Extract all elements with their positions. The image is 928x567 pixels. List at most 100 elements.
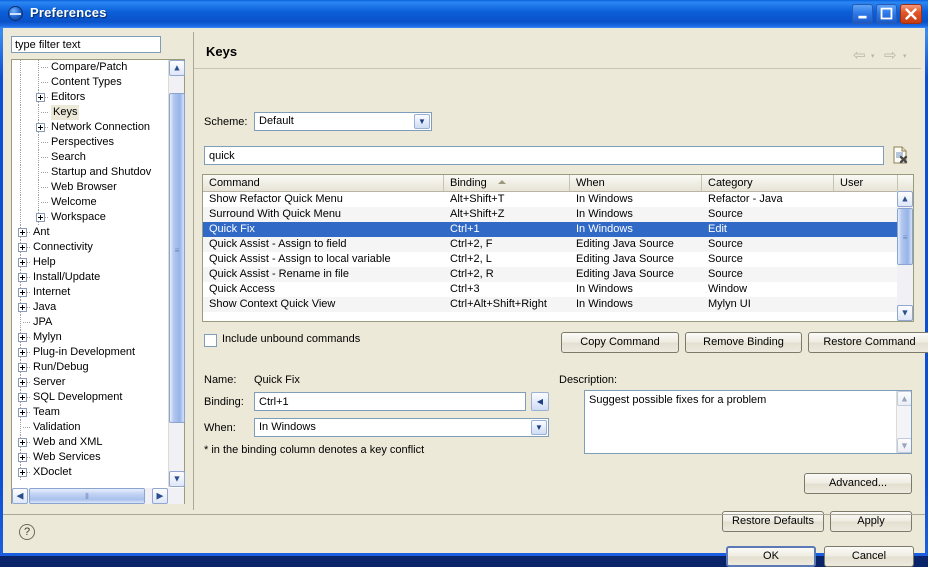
column-header-when[interactable]: When bbox=[570, 175, 702, 191]
when-combobox[interactable]: In Windows ▼ bbox=[254, 418, 549, 437]
sidebar-item-content-types[interactable]: Content Types bbox=[12, 75, 167, 90]
sidebar-item-plug-in-development[interactable]: Plug-in Development bbox=[12, 345, 167, 360]
tree-expand-icon[interactable] bbox=[36, 93, 45, 102]
preference-tree[interactable]: Compare/Patch Content Types Editors Keys Net… bbox=[11, 59, 185, 504]
sidebar-item-welcome[interactable]: Welcome bbox=[12, 195, 167, 210]
column-header-user[interactable]: User bbox=[834, 175, 898, 191]
advanced-button[interactable]: Advanced... bbox=[804, 473, 912, 494]
tree-hscroll-thumb[interactable]: ⦀ bbox=[29, 488, 145, 504]
minimize-button[interactable] bbox=[852, 4, 873, 24]
tree-expand-icon[interactable] bbox=[18, 378, 27, 387]
tree-vertical-scrollbar[interactable]: ▲ ≡ ▼ bbox=[168, 60, 185, 487]
back-arrow-icon[interactable]: ⇦ bbox=[853, 46, 866, 64]
sidebar-item-compare-patch[interactable]: Compare/Patch bbox=[12, 60, 167, 75]
tree-expand-icon[interactable] bbox=[18, 408, 27, 417]
tree-expand-icon[interactable] bbox=[18, 288, 27, 297]
table-row[interactable]: Surround With Quick Menu Alt+Shift+Z In Wi… bbox=[203, 207, 898, 222]
table-row[interactable]: Quick Assist - Assign to field Ctrl+2, F E… bbox=[203, 237, 898, 252]
filter-input[interactable] bbox=[11, 36, 161, 53]
column-header-binding[interactable]: Binding bbox=[444, 175, 570, 191]
table-vertical-scrollbar[interactable]: ▲ ≡ ▼ bbox=[897, 191, 913, 321]
sidebar-item-editors[interactable]: Editors bbox=[12, 90, 167, 105]
sidebar-item-help[interactable]: Help bbox=[12, 255, 167, 270]
tree-expand-icon[interactable] bbox=[18, 303, 27, 312]
sidebar-item-run-debug[interactable]: Run/Debug bbox=[12, 360, 167, 375]
sidebar-item-java[interactable]: Java bbox=[12, 300, 167, 315]
forward-dropdown-icon[interactable]: ▾ bbox=[903, 52, 907, 60]
sidebar-item-connectivity[interactable]: Connectivity bbox=[12, 240, 167, 255]
table-scroll-thumb[interactable]: ≡ bbox=[897, 208, 913, 265]
clear-filter-icon[interactable] bbox=[891, 146, 909, 164]
tree-expand-icon[interactable] bbox=[18, 393, 27, 402]
include-unbound-label[interactable]: Include unbound commands bbox=[222, 333, 360, 345]
table-row[interactable]: Quick Assist - Assign to local variable C… bbox=[203, 252, 898, 267]
description-scroll-up-button[interactable]: ▲ bbox=[897, 391, 911, 406]
sidebar-item-jpa[interactable]: JPA bbox=[12, 315, 167, 330]
help-question-icon[interactable]: ? bbox=[19, 524, 35, 540]
description-box[interactable]: Suggest possible fixes for a problem ▲ ▼ bbox=[584, 390, 912, 454]
scheme-dropdown-button[interactable]: ▼ bbox=[414, 114, 430, 129]
sidebar-item-web-and-xml[interactable]: Web and XML bbox=[12, 435, 167, 450]
sidebar-item-workspace[interactable]: Workspace bbox=[12, 210, 167, 225]
copy-command-button[interactable]: Copy Command bbox=[561, 332, 679, 353]
tree-expand-icon[interactable] bbox=[18, 258, 27, 267]
tree-expand-icon[interactable] bbox=[18, 333, 27, 342]
sidebar-item-web-browser[interactable]: Web Browser bbox=[12, 180, 167, 195]
table-row[interactable]: Show Context Quick View Ctrl+Alt+Shift+Ri… bbox=[203, 297, 898, 312]
tree-expand-icon[interactable] bbox=[36, 123, 45, 132]
sidebar-item-keys[interactable]: Keys bbox=[12, 105, 167, 120]
tree-expand-icon[interactable] bbox=[18, 453, 27, 462]
table-row[interactable]: Show Refactor Quick Menu Alt+Shift+T In Wi… bbox=[203, 192, 898, 207]
sidebar-item-web-services[interactable]: Web Services bbox=[12, 450, 167, 465]
key-bindings-table[interactable]: Command Binding When Category User Show Refa… bbox=[202, 174, 914, 322]
tree-expand-icon[interactable] bbox=[18, 228, 27, 237]
tree-expand-icon[interactable] bbox=[36, 213, 45, 222]
sidebar-item-search[interactable]: Search bbox=[12, 150, 167, 165]
forward-arrow-icon[interactable]: ⇨ bbox=[884, 46, 897, 64]
table-row[interactable]: Quick Assist - Rename in file Ctrl+2, R Ed… bbox=[203, 267, 898, 282]
sidebar-item-server[interactable]: Server bbox=[12, 375, 167, 390]
table-scroll-down-button[interactable]: ▼ bbox=[897, 305, 913, 321]
description-vertical-scrollbar[interactable]: ▲ ▼ bbox=[896, 391, 911, 453]
binding-input[interactable] bbox=[254, 392, 526, 411]
table-row[interactable]: Quick Fix Ctrl+1 In Windows Edit bbox=[203, 222, 898, 237]
sidebar-item-perspectives[interactable]: Perspectives bbox=[12, 135, 167, 150]
tree-scroll-thumb[interactable]: ≡ bbox=[169, 93, 185, 423]
sidebar-item-network-connection[interactable]: Network Connection bbox=[12, 120, 167, 135]
tree-scroll-right-button[interactable]: ▶ bbox=[152, 488, 168, 504]
ok-button[interactable]: OK bbox=[726, 546, 816, 567]
back-dropdown-icon[interactable]: ▾ bbox=[871, 52, 875, 60]
tree-scroll-left-button[interactable]: ◀ bbox=[12, 488, 28, 504]
include-unbound-checkbox[interactable] bbox=[204, 334, 217, 347]
column-header-command[interactable]: Command bbox=[203, 175, 444, 191]
sidebar-item-sql-development[interactable]: SQL Development bbox=[12, 390, 167, 405]
description-scroll-down-button[interactable]: ▼ bbox=[897, 438, 911, 453]
binding-picker-button[interactable]: ◀ bbox=[531, 392, 549, 411]
restore-command-button[interactable]: Restore Command bbox=[808, 332, 928, 353]
sidebar-item-internet[interactable]: Internet bbox=[12, 285, 167, 300]
tree-expand-icon[interactable] bbox=[18, 438, 27, 447]
column-header-category[interactable]: Category bbox=[702, 175, 834, 191]
maximize-button[interactable] bbox=[876, 4, 897, 24]
tree-expand-icon[interactable] bbox=[18, 468, 27, 477]
sidebar-item-startup-and-shutdov[interactable]: Startup and Shutdov bbox=[12, 165, 167, 180]
close-button[interactable] bbox=[900, 4, 922, 24]
tree-expand-icon[interactable] bbox=[18, 348, 27, 357]
tree-expand-icon[interactable] bbox=[18, 273, 27, 282]
sidebar-item-team[interactable]: Team bbox=[12, 405, 167, 420]
sidebar-item-ant[interactable]: Ant bbox=[12, 225, 167, 240]
cancel-button[interactable]: Cancel bbox=[824, 546, 914, 567]
tree-scroll-up-button[interactable]: ▲ bbox=[169, 60, 185, 76]
table-scroll-up-button[interactable]: ▲ bbox=[897, 191, 913, 207]
sidebar-item-mylyn[interactable]: Mylyn bbox=[12, 330, 167, 345]
scheme-combobox[interactable]: Default ▼ bbox=[254, 112, 432, 131]
sidebar-item-validation[interactable]: Validation bbox=[12, 420, 167, 435]
tree-horizontal-scrollbar[interactable]: ◀ ⦀ ▶ bbox=[12, 488, 184, 504]
search-input[interactable] bbox=[204, 146, 884, 165]
tree-scroll-down-button[interactable]: ▼ bbox=[169, 471, 185, 487]
tree-expand-icon[interactable] bbox=[18, 363, 27, 372]
remove-binding-button[interactable]: Remove Binding bbox=[685, 332, 802, 353]
when-dropdown-button[interactable]: ▼ bbox=[531, 420, 547, 435]
tree-expand-icon[interactable] bbox=[18, 243, 27, 252]
sidebar-item-xdoclet[interactable]: XDoclet bbox=[12, 465, 167, 480]
